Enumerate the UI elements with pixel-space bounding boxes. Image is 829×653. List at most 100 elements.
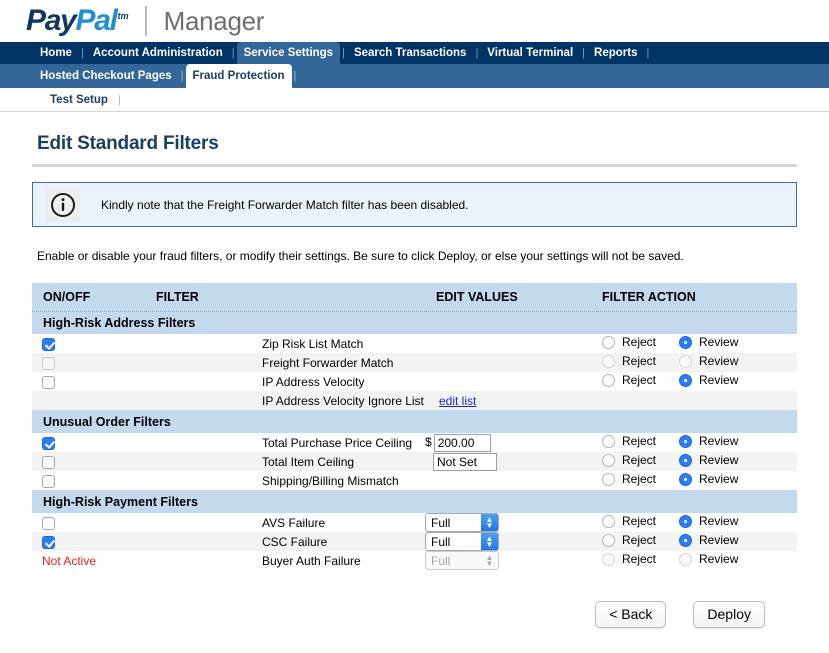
filter-level-value: Full — [431, 534, 451, 549]
table-row: Not Active Buyer Auth Failure Full ▲ ▼ Reject… — [32, 551, 797, 570]
filter-action-review-option[interactable]: Review — [679, 373, 738, 387]
table-row: Freight Forwarder Match Reject Review — [32, 353, 797, 372]
filter-action-review-option[interactable]: Review — [679, 472, 738, 486]
radio-reject[interactable] — [602, 472, 615, 486]
filter-enable-checkbox[interactable] — [42, 337, 55, 351]
filter-enable-checkbox[interactable] — [42, 455, 55, 469]
filter-action-reject-option[interactable]: Reject — [602, 434, 656, 448]
page-content: Edit Standard Filters Kindly note that t… — [0, 133, 829, 628]
purchase-price-ceiling-input[interactable] — [433, 433, 491, 452]
filter-group-header: High-Risk Payment Filters — [32, 490, 797, 513]
subnav-item-fraud-protection[interactable]: Fraud Protection — [185, 64, 292, 88]
filter-name: CSC Failure — [145, 532, 425, 551]
filter-action-review-option[interactable]: Review — [679, 335, 738, 349]
item-ceiling-input[interactable] — [433, 452, 497, 471]
radio-review — [679, 354, 693, 368]
radio-review[interactable] — [679, 533, 693, 547]
filter-action-reject-option[interactable]: Reject — [602, 373, 656, 387]
edit-list-link[interactable]: edit list — [439, 394, 476, 408]
radio-reject[interactable] — [602, 335, 615, 349]
radio-review-label: Review — [699, 552, 739, 567]
radio-reject-label: Reject — [622, 354, 657, 369]
edit-values-cell — [425, 334, 597, 353]
filter-enable-checkbox[interactable] — [42, 516, 55, 530]
radio-review[interactable] — [679, 373, 693, 387]
nav-separator: | — [475, 47, 479, 59]
filter-enable-checkbox[interactable] — [42, 535, 55, 549]
tertiarynav-item-test-setup[interactable]: Test Setup — [50, 94, 116, 106]
radio-review-label: Review — [699, 335, 739, 350]
filter-level-select[interactable]: Full ▲ ▼ — [425, 532, 499, 551]
paypal-logo[interactable]: Pay Pal tm — [26, 4, 129, 38]
nav-separator: | — [582, 47, 586, 59]
radio-review[interactable] — [679, 434, 693, 448]
table-row: Total Item Ceiling Reject Review — [32, 452, 797, 471]
filter-group-title: High-Risk Address Filters — [32, 311, 797, 334]
radio-review — [679, 552, 693, 566]
radio-reject[interactable] — [602, 453, 615, 467]
nav-item-virtual-terminal[interactable]: Virtual Terminal — [480, 42, 580, 64]
filter-name: Freight Forwarder Match — [145, 353, 425, 372]
filter-name: Total Item Ceiling — [145, 452, 425, 471]
filter-action-reject-option[interactable]: Reject — [602, 453, 656, 467]
filter-enable-checkbox[interactable] — [42, 375, 55, 389]
filter-level-select[interactable]: Full ▲ ▼ — [425, 513, 499, 532]
product-name: Manager — [163, 5, 265, 36]
radio-reject[interactable] — [602, 514, 615, 528]
radio-reject[interactable] — [602, 533, 615, 547]
radio-reject-label: Reject — [622, 434, 657, 449]
radio-reject-label: Reject — [622, 335, 657, 350]
back-button[interactable]: < Back — [595, 601, 667, 628]
radio-reject[interactable] — [602, 373, 615, 387]
nav-separator: | — [646, 47, 650, 59]
stepper-arrows-icon: ▲ ▼ — [481, 514, 498, 531]
onoff-cell — [32, 513, 145, 532]
filter-action-review-option[interactable]: Review — [679, 514, 738, 528]
filter-action-review-option[interactable]: Review — [679, 434, 738, 448]
footer-actions: < Back Deploy — [32, 601, 797, 628]
secondary-navigation: Hosted Checkout Pages | Fraud Protection | — [0, 64, 829, 88]
primary-navigation: Home | Account Administration | Service Sett… — [0, 42, 829, 64]
subnav-item-hosted-checkout-pages[interactable]: Hosted Checkout Pages — [33, 64, 179, 88]
radio-review[interactable] — [679, 472, 693, 486]
filter-action-review-option[interactable]: Review — [679, 453, 738, 467]
edit-values-cell: edit list — [425, 391, 597, 410]
filter-action-reject-option[interactable]: Reject — [602, 514, 656, 528]
nav-item-service-settings[interactable]: Service Settings — [236, 42, 341, 64]
filter-action-review-option: Review — [679, 354, 738, 368]
nav-item-search-transactions[interactable]: Search Transactions — [347, 42, 474, 64]
radio-review-label: Review — [699, 354, 739, 369]
nav-separator: | — [231, 47, 235, 59]
radio-review[interactable] — [679, 335, 693, 349]
radio-review[interactable] — [679, 514, 693, 528]
filter-enable-checkbox[interactable] — [42, 436, 55, 450]
nav-separator: | — [117, 93, 121, 106]
edit-values-cell — [425, 372, 597, 391]
edit-values-cell — [425, 452, 597, 471]
onoff-cell — [32, 433, 145, 452]
filter-action-cell: Reject Review — [597, 353, 797, 372]
filter-group-title: High-Risk Payment Filters — [32, 490, 797, 513]
nav-item-home[interactable]: Home — [33, 42, 79, 64]
filter-action-reject-option[interactable]: Reject — [602, 533, 656, 547]
filter-enable-checkbox[interactable] — [42, 474, 55, 488]
nav-item-account-administration[interactable]: Account Administration — [86, 42, 230, 64]
table-row: Zip Risk List Match Reject Review — [32, 334, 797, 353]
nav-item-reports[interactable]: Reports — [587, 42, 644, 64]
filter-action-reject-option[interactable]: Reject — [602, 335, 656, 349]
title-divider — [32, 164, 797, 167]
filter-action-review-option[interactable]: Review — [679, 533, 738, 547]
filter-name: IP Address Velocity Ignore List — [145, 391, 425, 410]
filter-action-cell: Reject Review — [597, 532, 797, 551]
deploy-button[interactable]: Deploy — [693, 601, 765, 628]
filter-action-cell: Reject Review — [597, 452, 797, 471]
radio-reject[interactable] — [602, 434, 615, 448]
radio-reject-label: Reject — [622, 472, 657, 487]
filter-action-reject-option[interactable]: Reject — [602, 472, 656, 486]
filter-level-select: Full ▲ ▼ — [425, 551, 499, 570]
radio-review[interactable] — [679, 453, 693, 467]
radio-reject-label: Reject — [622, 453, 657, 468]
onoff-cell — [32, 452, 145, 471]
filter-level-value: Full — [431, 553, 451, 568]
filter-group-header: Unusual Order Filters — [32, 410, 797, 433]
